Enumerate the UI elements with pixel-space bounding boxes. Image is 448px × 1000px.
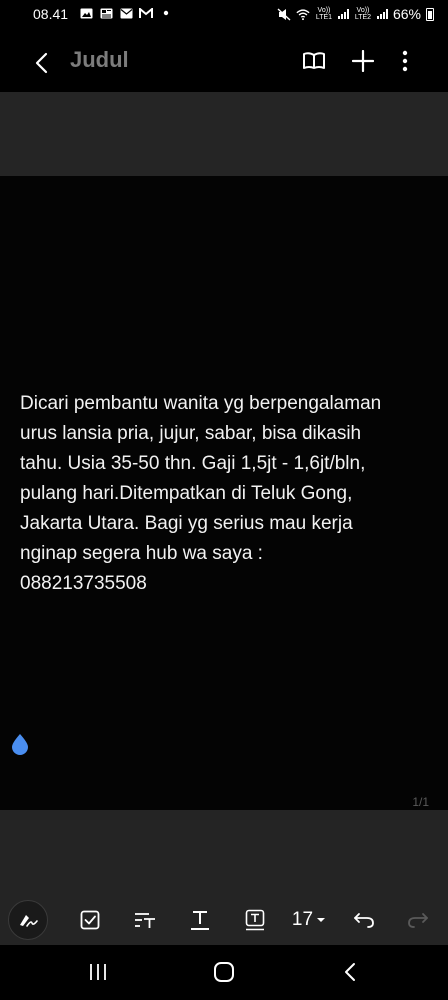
home-icon bbox=[214, 962, 234, 982]
image-icon bbox=[79, 7, 93, 19]
status-time: 08.41 bbox=[33, 6, 69, 22]
text-underline-icon bbox=[191, 911, 209, 930]
text-style-button[interactable] bbox=[128, 900, 162, 940]
app-header: Judul bbox=[0, 30, 448, 92]
news-icon bbox=[99, 7, 113, 19]
checkbox-button[interactable] bbox=[74, 900, 106, 940]
gmail-icon bbox=[139, 7, 153, 19]
wifi-icon bbox=[296, 8, 310, 20]
battery-icon bbox=[426, 7, 434, 21]
battery-percent: 66% bbox=[392, 6, 421, 22]
recent-apps-icon bbox=[90, 964, 106, 980]
signal-sim2-icon bbox=[376, 9, 388, 19]
pen-icon bbox=[20, 915, 38, 927]
back-arrow-icon bbox=[35, 52, 48, 74]
add-button[interactable] bbox=[348, 46, 378, 76]
read-mode-icon bbox=[303, 52, 325, 69]
nav-back-button[interactable] bbox=[330, 955, 370, 989]
chevron-down-icon bbox=[317, 918, 326, 922]
sim2-label: Vo)) LTE2 bbox=[354, 7, 372, 21]
mute-icon bbox=[277, 7, 291, 21]
redo-button[interactable] bbox=[402, 900, 434, 940]
font-size-dropdown[interactable]: 17 bbox=[286, 900, 332, 940]
text-box-button[interactable] bbox=[239, 900, 271, 940]
cursor-drop-icon bbox=[12, 734, 28, 755]
editing-toolbar: 17 bbox=[0, 900, 448, 940]
recent-apps-button[interactable] bbox=[78, 955, 118, 989]
text-box-icon bbox=[245, 909, 265, 931]
signal-sim1-icon bbox=[337, 9, 349, 19]
checkbox-icon bbox=[80, 910, 100, 930]
text-format-button[interactable] bbox=[184, 900, 216, 940]
status-bar: 08.41 Vo)) LTE1 Vo)) LTE2 66% bbox=[0, 0, 448, 30]
home-button[interactable] bbox=[204, 955, 244, 989]
mail-icon bbox=[119, 7, 133, 19]
add-icon bbox=[352, 50, 374, 72]
page-indicator: 1/1 bbox=[412, 795, 429, 809]
font-size-value: 17 bbox=[291, 909, 314, 930]
more-options-button[interactable] bbox=[390, 46, 420, 76]
undo-button[interactable] bbox=[348, 900, 380, 940]
dot-icon bbox=[159, 7, 173, 19]
status-right-icons: Vo)) LTE1 Vo)) LTE2 66% bbox=[277, 6, 434, 22]
redo-icon bbox=[408, 913, 428, 928]
cursor-handle[interactable] bbox=[11, 733, 29, 755]
read-mode-button[interactable] bbox=[299, 46, 329, 76]
undo-icon bbox=[354, 913, 374, 928]
sim1-label: Vo)) LTE1 bbox=[315, 7, 333, 21]
back-button[interactable] bbox=[26, 48, 56, 78]
note-body-text[interactable]: Dicari pembantu wanita yg berpengalaman … bbox=[20, 389, 430, 599]
more-options-icon bbox=[402, 50, 408, 72]
system-nav-bar bbox=[0, 945, 448, 1000]
grey-banner bbox=[0, 92, 448, 176]
text-style-icon bbox=[135, 913, 155, 928]
note-title[interactable]: Judul bbox=[70, 47, 129, 73]
pen-button[interactable] bbox=[8, 900, 48, 940]
nav-back-icon bbox=[345, 963, 355, 981]
status-left-icons bbox=[79, 7, 173, 19]
